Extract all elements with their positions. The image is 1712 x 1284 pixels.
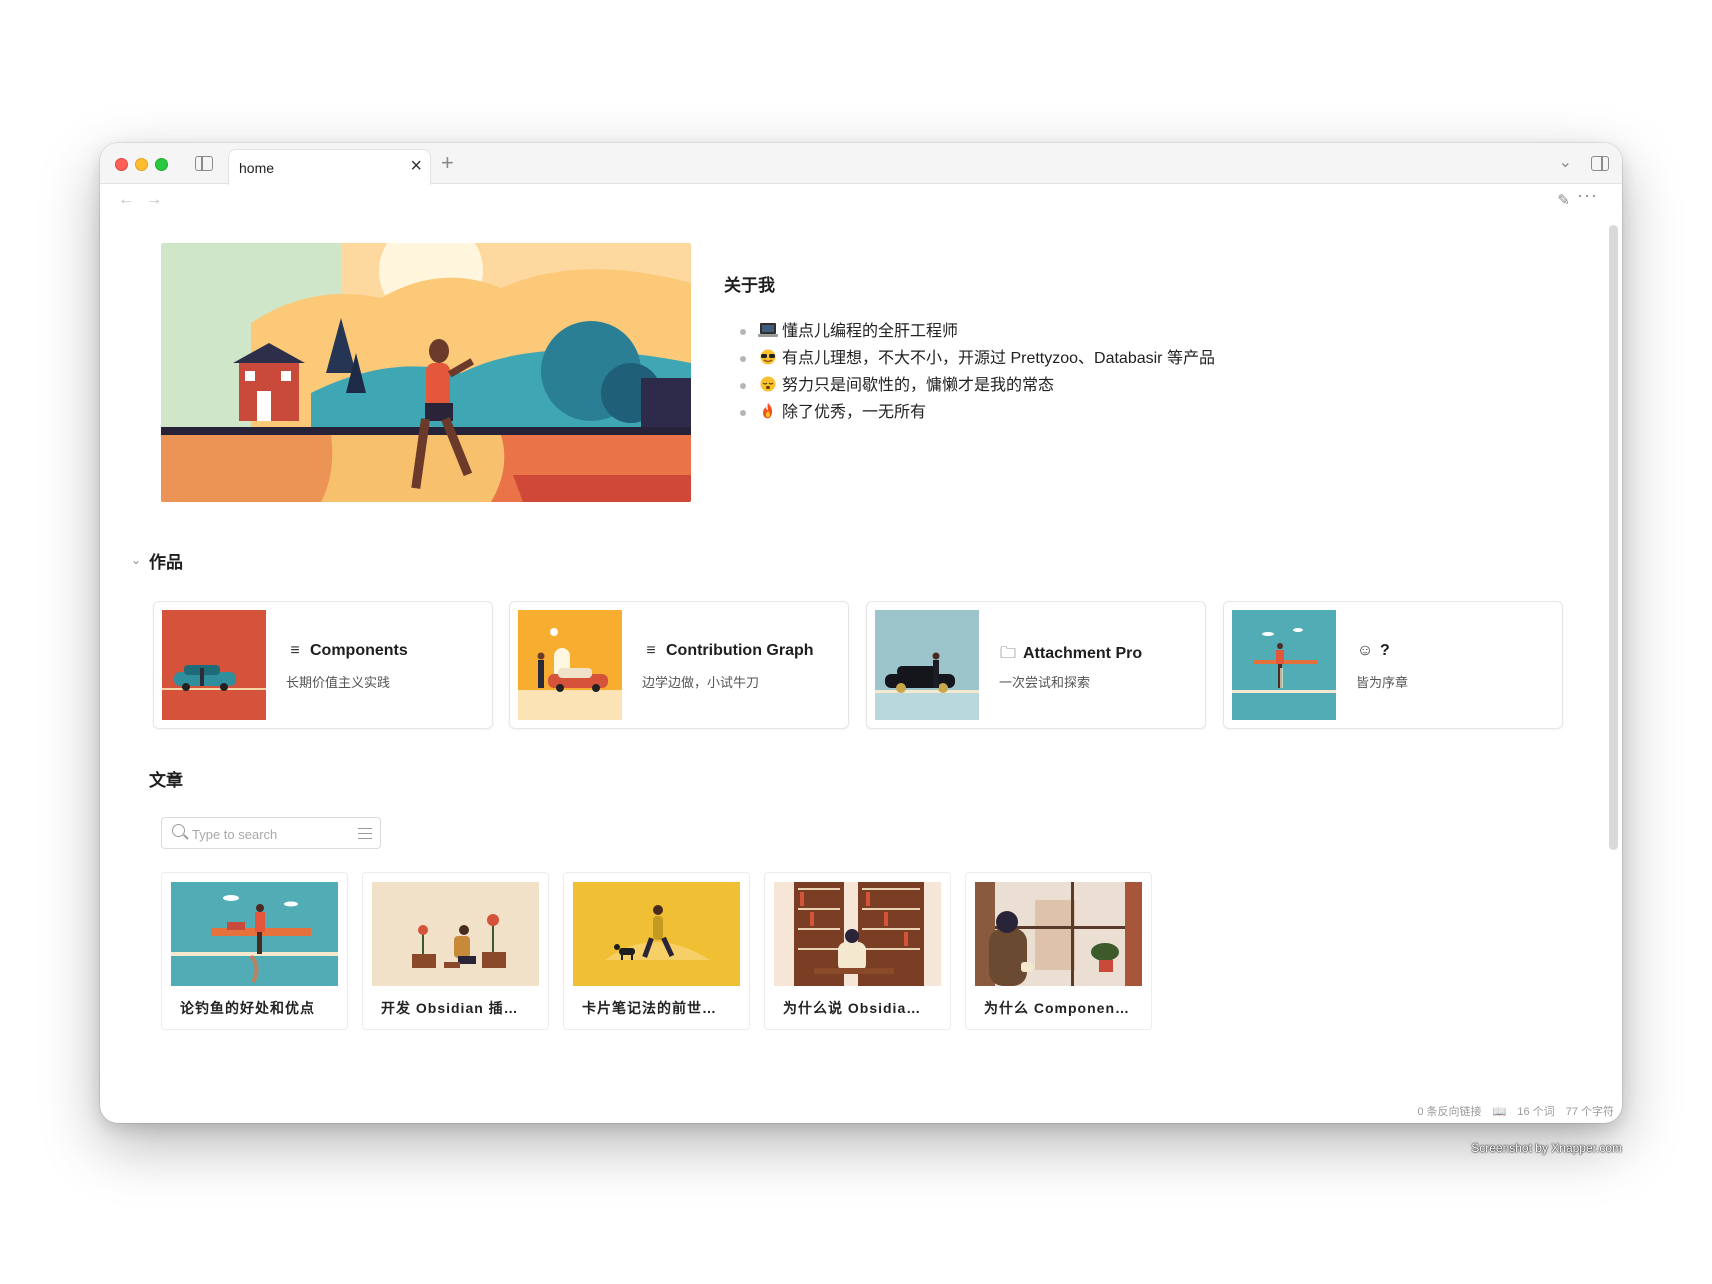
article-thumbnail	[975, 882, 1142, 986]
scrollbar[interactable]	[1609, 225, 1618, 850]
back-arrow-icon[interactable]: ←	[118, 191, 134, 209]
backlinks-count[interactable]: 0 条反向链接	[1417, 1106, 1481, 1118]
left-sidebar-toggle-icon[interactable]	[195, 156, 213, 171]
work-title: ☺?	[1356, 642, 1390, 659]
hero-illustration	[161, 243, 691, 502]
article-title: 卡片笔记法的前世…	[582, 1000, 717, 1016]
article-card[interactable]: 为什么 Componen…	[965, 872, 1152, 1030]
work-subtitle: 长期价值主义实践	[286, 675, 391, 690]
work-card-components[interactable]: ≡ Components 长期价值主义实践	[153, 601, 493, 729]
screenshot-watermark: Screenshot by Xnapper.com	[1471, 1141, 1622, 1155]
work-card-contribution-graph[interactable]: ≡ Contribution Graph 边学边做，小试牛刀	[509, 601, 849, 729]
about-item-text: 除了优秀，一无所有	[782, 404, 927, 421]
sunglasses-face-icon	[760, 349, 776, 365]
work-subtitle: 一次尝试和探索	[999, 675, 1091, 690]
work-subtitle: 边学边做，小试牛刀	[642, 675, 760, 690]
work-title: 🗀 Attachment Pro	[999, 642, 1142, 669]
work-card-question[interactable]: ☺? 皆为序章	[1223, 601, 1563, 729]
app-window: home × + ⌄ ← → ✎ ··· 关于我 懂点儿编程的全肝工程师 有点儿…	[100, 143, 1622, 1123]
tab-home[interactable]: home ×	[228, 149, 431, 185]
article-card[interactable]: 论钓鱼的好处和优点	[161, 872, 348, 1030]
work-subtitle: 皆为序章	[1356, 675, 1409, 690]
folder-icon: 🗀	[999, 645, 1016, 662]
about-item-text: 努力只是间歇性的，慵懒才是我的常态	[782, 377, 1055, 394]
about-item: 有点儿理想，不大不小，开源过 Prettyzoo、Databasir 等产品	[740, 345, 1215, 372]
search-input[interactable]	[192, 824, 352, 844]
lines-icon: ≡	[646, 642, 656, 659]
tab-close-icon[interactable]: ×	[410, 155, 422, 177]
tab-list-chevron-icon[interactable]: ⌄	[1559, 152, 1572, 172]
minimize-window-button[interactable]	[135, 158, 148, 171]
new-tab-icon[interactable]: +	[441, 149, 454, 177]
article-title: 论钓鱼的好处和优点	[180, 1000, 315, 1016]
work-thumbnail	[162, 610, 266, 720]
filter-settings-icon[interactable]	[358, 827, 372, 840]
forward-arrow-icon[interactable]: →	[146, 191, 162, 209]
work-card-attachment-pro[interactable]: 🗀 Attachment Pro 一次尝试和探索	[866, 601, 1206, 729]
works-heading: 作品	[149, 553, 183, 572]
word-count: 16 个词	[1517, 1106, 1555, 1118]
more-options-icon[interactable]: ···	[1577, 185, 1598, 206]
work-thumbnail	[875, 610, 979, 720]
work-title: ≡ Components	[286, 642, 407, 660]
article-title: 为什么说 Obsidia…	[783, 1000, 922, 1016]
article-thumbnail	[573, 882, 740, 986]
about-item: 除了优秀，一无所有	[740, 399, 1215, 426]
work-thumbnail	[1232, 610, 1336, 720]
article-thumbnail	[774, 882, 941, 986]
laptop-icon	[758, 323, 778, 337]
about-item: 努力只是间歇性的，慵懒才是我的常态	[740, 372, 1215, 399]
search-icon	[172, 824, 185, 837]
work-thumbnail	[518, 610, 622, 720]
article-title: 为什么 Componen…	[984, 1000, 1130, 1016]
sleepy-face-icon	[760, 376, 776, 392]
work-title: ≡ Contribution Graph	[642, 642, 813, 660]
article-thumbnail	[372, 882, 539, 986]
char-count: 77 个字符	[1565, 1106, 1614, 1118]
smile-icon: ☺	[1356, 642, 1374, 659]
tab-title: home	[239, 160, 275, 176]
about-list: 懂点儿编程的全肝工程师 有点儿理想，不大不小，开源过 Prettyzoo、Dat…	[740, 318, 1215, 426]
about-heading: 关于我	[724, 276, 775, 295]
maximize-window-button[interactable]	[155, 158, 168, 171]
fire-icon	[763, 403, 773, 419]
title-bar: home × + ⌄	[100, 143, 1622, 185]
lines-icon: ≡	[290, 642, 300, 659]
about-item: 懂点儿编程的全肝工程师	[740, 318, 1215, 345]
about-item-text: 懂点儿编程的全肝工程师	[782, 323, 959, 340]
reading-mode-icon[interactable]: 📖	[1493, 1105, 1507, 1118]
article-thumbnail	[171, 882, 338, 986]
right-sidebar-toggle-icon[interactable]	[1591, 156, 1609, 171]
article-title: 开发 Obsidian 插…	[381, 1000, 519, 1016]
article-search[interactable]	[161, 817, 381, 849]
status-bar: 0 条反向链接 📖 16 个词 77 个字符	[1417, 1103, 1614, 1119]
article-card[interactable]: 卡片笔记法的前世…	[563, 872, 750, 1030]
articles-heading: 文章	[149, 771, 183, 790]
article-card[interactable]: 开发 Obsidian 插…	[362, 872, 549, 1030]
article-card[interactable]: 为什么说 Obsidia…	[764, 872, 951, 1030]
collapse-chevron-icon[interactable]: ⌄	[131, 553, 141, 567]
about-item-text: 有点儿理想，不大不小，开源过 Prettyzoo、Databasir 等产品	[782, 350, 1215, 367]
edit-pencil-icon[interactable]: ✎	[1557, 191, 1570, 209]
close-window-button[interactable]	[115, 158, 128, 171]
